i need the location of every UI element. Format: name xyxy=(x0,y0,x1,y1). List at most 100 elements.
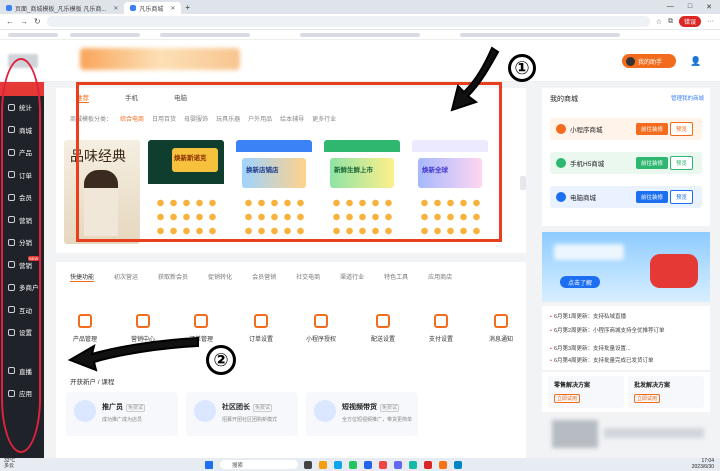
decorate-button[interactable]: 前往装修 xyxy=(636,191,669,203)
preview-button[interactable]: 预览 xyxy=(670,122,694,136)
news-item[interactable]: • 6月第2周更新：小程序商城支持全优推荐订单 xyxy=(550,326,706,334)
template-card[interactable]: 换新店铺店 xyxy=(236,140,312,244)
tool-delivery[interactable]: 配送设置 xyxy=(358,314,408,343)
sidebar-item-settings[interactable]: 设置 xyxy=(0,321,44,344)
forward-button[interactable]: → xyxy=(20,17,28,26)
assistant-button[interactable]: 我的助手 xyxy=(622,54,676,68)
feature-card[interactable]: 推广员 免费试 成功推广成为店员 xyxy=(66,392,178,436)
feature-tab[interactable]: 会员营销 xyxy=(252,272,276,282)
feature-tab[interactable]: 获取新会员 xyxy=(158,272,188,282)
feature-tab[interactable]: 渠道行业 xyxy=(340,272,364,282)
category-item[interactable]: 综合电商 xyxy=(120,114,144,123)
template-card[interactable]: 新鲜生鲜上市 xyxy=(324,140,400,244)
category-item[interactable]: 更多行业 xyxy=(312,114,336,123)
windows-start-icon[interactable] xyxy=(205,461,213,469)
back-button[interactable]: ← xyxy=(6,17,14,26)
carousel-next-button[interactable] xyxy=(520,176,526,190)
solution-card[interactable]: 零售解决方案 立即试用 xyxy=(548,376,624,408)
star-icon[interactable]: ☆ xyxy=(656,18,662,26)
explorer-icon[interactable] xyxy=(319,461,327,469)
category-item[interactable]: 玩具乐器 xyxy=(216,114,240,123)
sidebar-item-marketing[interactable]: 营销 xyxy=(0,209,44,232)
app-icon[interactable] xyxy=(454,461,462,469)
app-icon[interactable] xyxy=(424,461,432,469)
browser-tab-active[interactable]: 凡乐商城 ✕ xyxy=(124,2,182,14)
try-button[interactable]: 立即试用 xyxy=(634,394,661,403)
edge-icon[interactable] xyxy=(334,461,342,469)
tab-recommend[interactable]: 推荐 xyxy=(76,92,89,103)
tool-orders[interactable]: 订单管理 xyxy=(176,314,226,343)
error-badge[interactable]: 错误 xyxy=(678,16,701,27)
feature-card[interactable]: 短视频带货 免费试 全方位短视频推广，带货更简单 xyxy=(306,392,418,436)
sidebar-item-distribution[interactable]: 分销 xyxy=(0,231,44,254)
sidebar-item-stats[interactable]: 统计 xyxy=(0,96,44,119)
tool-miniprogram[interactable]: 小程序授权 xyxy=(296,314,346,343)
decorate-button[interactable]: 前往装修 xyxy=(636,157,669,169)
weather-widget[interactable]: 32°C 多云 xyxy=(4,459,15,469)
menu-icon[interactable]: ··· xyxy=(707,18,714,25)
decorate-button[interactable]: 前往装修 xyxy=(636,123,669,135)
news-text: 6月第2周更新：小程序商城支持全优推荐订单 xyxy=(553,328,665,334)
feature-tab[interactable]: 社交电商 xyxy=(296,272,320,282)
app-icon[interactable] xyxy=(349,461,357,469)
taskbar-search[interactable]: 搜索 xyxy=(220,460,298,469)
preview-button[interactable]: 预览 xyxy=(670,156,694,170)
feature-card[interactable]: 社区团长 免费试 招募开团社区团购新模式 xyxy=(186,392,298,436)
sidebar-item-interact[interactable]: 互动 xyxy=(0,299,44,322)
sidebar-item-orders[interactable]: 订单 xyxy=(0,164,44,187)
template-card[interactable]: 焕新全球 xyxy=(412,140,488,244)
sidebar-item-promo[interactable]: 营销 NEW xyxy=(0,254,44,277)
extensions-icon[interactable]: ⧉ xyxy=(668,18,673,26)
sidebar-item-live[interactable]: 直播 xyxy=(0,360,44,383)
taskview-icon[interactable] xyxy=(304,461,312,469)
reload-button[interactable]: ↻ xyxy=(34,17,41,26)
news-item[interactable]: • 6月第4周更新：支持批量完成已发货订单 xyxy=(550,356,706,364)
sidebar-item-apps[interactable]: 应用 xyxy=(0,382,44,405)
category-item[interactable]: 母婴服饰 xyxy=(184,114,208,123)
app-icon[interactable] xyxy=(439,461,447,469)
sidebar-item-members[interactable]: 会员 xyxy=(0,186,44,209)
app-icon[interactable] xyxy=(364,461,372,469)
category-item[interactable]: 户外用品 xyxy=(248,114,272,123)
template-card[interactable]: 品味经典 xyxy=(64,140,140,244)
new-tab-button[interactable]: + xyxy=(185,3,190,12)
user-icon[interactable]: 👤 xyxy=(690,56,701,67)
close-icon[interactable]: ✕ xyxy=(170,5,175,12)
manage-store-link[interactable]: 管理我的商城 xyxy=(671,94,704,102)
tool-order-settings[interactable]: 订单设置 xyxy=(236,314,286,343)
tool-notifications[interactable]: 消息通知 xyxy=(476,314,526,343)
clock[interactable]: 17:04 2023/6/30 xyxy=(692,458,714,470)
feature-tab[interactable]: 快捷功能 xyxy=(70,272,95,282)
app-icon[interactable] xyxy=(379,461,387,469)
category-item[interactable]: 绘本辅导 xyxy=(280,114,304,123)
tab-mobile[interactable]: 手机 xyxy=(125,92,138,103)
news-item[interactable]: • 6月第1周更新：支持私域直播 xyxy=(550,312,706,320)
feature-tab[interactable]: 特色工具 xyxy=(384,272,408,282)
feature-tab[interactable]: 应用商店 xyxy=(428,272,452,282)
news-item[interactable]: • 6月第3周更新：支持批量设置... xyxy=(550,344,706,352)
tool-payment[interactable]: 支付设置 xyxy=(416,314,466,343)
sidebar-item-merchants[interactable]: 多商户 xyxy=(0,276,44,299)
app-icon[interactable] xyxy=(409,461,417,469)
url-field[interactable] xyxy=(46,16,650,27)
browser-tab[interactable]: 页面_商城模板_凡乐模板 凡乐商... ✕ xyxy=(0,2,124,14)
maximize-button[interactable]: □ xyxy=(688,3,692,11)
category-item[interactable]: 日用百货 xyxy=(152,114,176,123)
solution-card[interactable]: 批发解决方案 立即试用 xyxy=(628,376,704,408)
tool-marketing[interactable]: 营销中心 xyxy=(118,314,168,343)
feature-tab[interactable]: 促销转化 xyxy=(208,272,232,282)
learn-more-button[interactable]: 点击了解 xyxy=(560,276,600,288)
promo-banner[interactable]: 点击了解 xyxy=(542,232,710,302)
minimize-button[interactable]: — xyxy=(667,3,674,11)
tab-pc[interactable]: 电脑 xyxy=(174,92,187,103)
sidebar-item-store[interactable]: 商城 xyxy=(0,119,44,142)
feature-tab[interactable]: 初次营运 xyxy=(114,272,138,282)
app-icon[interactable] xyxy=(394,461,402,469)
tool-product[interactable]: 产品管理 xyxy=(60,314,110,343)
close-icon[interactable]: ✕ xyxy=(113,5,118,12)
preview-button[interactable]: 预览 xyxy=(670,190,694,204)
close-window-button[interactable]: ✕ xyxy=(706,3,712,11)
template-card[interactable]: 焕新斯诺克 xyxy=(148,140,224,244)
sidebar-item-products[interactable]: 产品 xyxy=(0,141,44,164)
try-button[interactable]: 立即试用 xyxy=(554,394,581,403)
